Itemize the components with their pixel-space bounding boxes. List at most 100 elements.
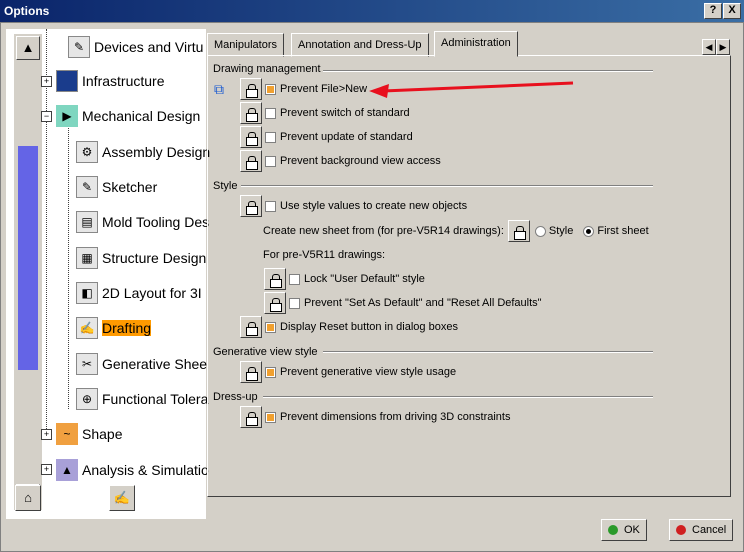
use-style-values-label: Use style values to create new objects <box>280 200 468 212</box>
tree-item-label: Assembly Design <box>102 144 211 160</box>
prevent-set-as-default-label: Prevent "Set As Default" and "Reset All … <box>304 297 542 309</box>
shape-icon: ~ <box>56 423 78 445</box>
red-arrow-annotation <box>369 81 574 98</box>
radio-first-sheet[interactable] <box>583 225 595 237</box>
tree-item-analysis-simulation[interactable]: ▲ Analysis & Simulatio <box>56 454 221 486</box>
option-lock-user-default: Lock "User Default" style <box>264 268 425 290</box>
separator <box>241 185 653 187</box>
tree-connector <box>68 119 69 409</box>
tree-item-label: Analysis & Simulatio <box>82 462 209 478</box>
option-prevent-switch-standard: Prevent switch of standard <box>240 102 410 124</box>
drafting-icon: ✍ <box>76 317 98 339</box>
option-prevent-set-as-default: Prevent "Set As Default" and "Reset All … <box>264 292 542 314</box>
tree-item-label: Devices and Virtu <box>94 39 204 55</box>
close-button[interactable]: X <box>723 3 741 19</box>
tree-item-shape[interactable]: ~ Shape <box>56 418 221 450</box>
user-options-icon[interactable]: ⌂ <box>15 485 41 511</box>
lock-icon[interactable] <box>240 195 262 217</box>
options-tree: ▲ ▼ + − + + ✎ Devices and Virtu Infrastr… <box>6 29 210 519</box>
prevent-background-view-label: Prevent background view access <box>280 155 441 167</box>
tree-item-label: Sketcher <box>102 179 158 195</box>
prevent-set-as-default-checkbox[interactable] <box>289 297 300 309</box>
collapse-mechanical-design[interactable]: − <box>41 111 52 122</box>
tree-item-mechanical-design[interactable]: ▶ Mechanical Design <box>56 100 221 132</box>
prevent-generative-view-style-label: Prevent generative view style usage <box>280 366 457 378</box>
tree-connector <box>46 29 47 439</box>
generative-sheetmetal-icon: ✂ <box>76 353 98 375</box>
help-button[interactable]: ? <box>704 3 722 19</box>
tree-item-label: Infrastructure <box>82 73 165 89</box>
scroll-up-button[interactable]: ▲ <box>16 36 40 60</box>
mechanical-design-icon: ▶ <box>56 105 78 127</box>
lock-icon[interactable] <box>240 406 262 428</box>
tab-annotation-dress-up[interactable]: Annotation and Dress-Up <box>291 33 429 57</box>
2d-layout-icon: ◧ <box>76 282 98 304</box>
tab-manipulators[interactable]: Manipulators <box>207 33 284 57</box>
lock-icon[interactable] <box>240 78 262 100</box>
tree-item-infrastructure[interactable]: Infrastructure <box>56 65 221 97</box>
use-style-values-checkbox[interactable] <box>265 200 276 212</box>
drawing-management-title: Drawing management <box>213 63 321 75</box>
prevent-update-standard-label: Prevent update of standard <box>280 131 413 143</box>
cancel-button[interactable]: Cancel <box>669 519 734 541</box>
prevent-file-new-label: Prevent File>New <box>280 83 368 95</box>
lock-icon[interactable] <box>264 268 286 290</box>
lock-icon[interactable] <box>240 361 262 383</box>
tree-scrollbar[interactable]: ▲ ▼ <box>14 34 42 510</box>
separator <box>263 396 653 398</box>
expand-infrastructure[interactable]: + <box>41 76 52 87</box>
tree-item-label: Structure Design <box>102 250 207 266</box>
tab-scroll-right[interactable]: ▶ <box>716 39 730 55</box>
title-bar: Options ? X <box>0 0 744 22</box>
lock-user-default-checkbox[interactable] <box>289 273 300 285</box>
infrastructure-icon <box>56 70 78 92</box>
lock-icon[interactable] <box>240 150 262 172</box>
lock-icon[interactable] <box>507 220 530 242</box>
prevent-switch-standard-checkbox[interactable] <box>265 107 276 119</box>
radio-style[interactable] <box>534 225 546 237</box>
style-title: Style <box>213 180 238 192</box>
option-prevent-file-new: ⧉ Prevent File>New <box>214 78 367 100</box>
cancel-icon <box>676 525 686 535</box>
radio-style-label: Style <box>548 225 574 237</box>
ok-button[interactable]: OK <box>601 519 647 541</box>
prevent-switch-standard-label: Prevent switch of standard <box>280 107 410 119</box>
lock-icon[interactable] <box>264 292 286 314</box>
tree-item-label: 2D Layout for 3I <box>102 285 202 301</box>
tab-scroll-left[interactable]: ◀ <box>702 39 716 55</box>
option-prevent-dimensions-driving: Prevent dimensions from driving 3D const… <box>240 406 510 428</box>
lock-icon[interactable] <box>240 102 262 124</box>
tab-administration[interactable]: Administration <box>434 31 518 57</box>
lock-icon[interactable] <box>240 126 262 148</box>
display-reset-checkbox[interactable] <box>265 321 276 333</box>
generative-view-style-title: Generative view style <box>213 346 318 358</box>
option-prevent-update-standard: Prevent update of standard <box>240 126 413 148</box>
analysis-simulation-icon: ▲ <box>56 459 78 481</box>
dialog-body: ▲ ▼ + − + + ✎ Devices and Virtu Infrastr… <box>0 22 744 552</box>
expand-analysis[interactable]: + <box>41 464 52 475</box>
ok-label: OK <box>624 524 640 536</box>
tree-item-label: Functional Tolera <box>102 391 209 407</box>
lock-icon[interactable] <box>240 316 262 338</box>
prevent-file-new-checkbox[interactable] <box>265 83 276 95</box>
expand-shape[interactable]: + <box>41 429 52 440</box>
prevent-background-view-checkbox[interactable] <box>265 155 276 167</box>
prevent-generative-view-style-checkbox[interactable] <box>265 366 276 378</box>
ok-icon <box>608 525 618 535</box>
tree-item-label: Drafting <box>102 320 152 336</box>
display-reset-label: Display Reset button in dialog boxes <box>280 321 458 333</box>
window-title: Options <box>4 4 50 18</box>
dress-up-title: Dress-up <box>213 391 258 403</box>
option-prevent-generative-view-style: Prevent generative view style usage <box>240 361 456 383</box>
scroll-thumb[interactable] <box>18 146 38 370</box>
create-new-sheet-label: Create new sheet from (for pre-V5R14 dra… <box>263 225 504 237</box>
drafting-options-icon[interactable]: ✍ <box>109 485 135 511</box>
option-create-new-sheet: Create new sheet from (for pre-V5R14 dra… <box>263 220 649 242</box>
lock-user-default-label: Lock "User Default" style <box>304 273 425 285</box>
tree-item-label: Mold Tooling Des <box>102 214 210 230</box>
tree-item-label: Generative Shee <box>102 356 208 372</box>
cancel-label: Cancel <box>692 524 727 536</box>
prevent-dimensions-driving-checkbox[interactable] <box>265 411 276 423</box>
prevent-update-standard-checkbox[interactable] <box>265 131 276 143</box>
structure-design-icon: ▦ <box>76 247 98 269</box>
